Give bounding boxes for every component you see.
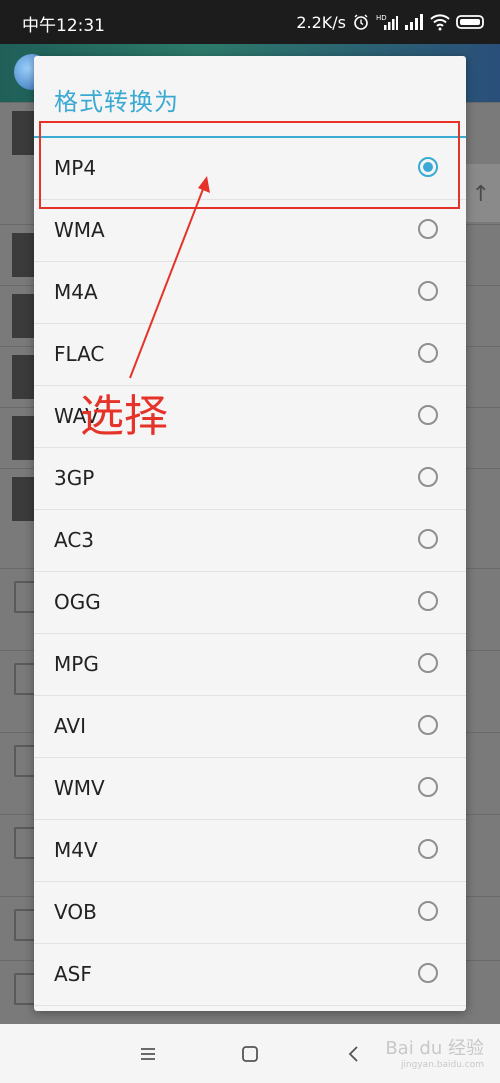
format-option-vob[interactable]: VOB (34, 882, 466, 944)
radio-button[interactable] (418, 405, 438, 425)
radio-button[interactable] (418, 343, 438, 363)
format-option-flac[interactable]: FLAC (34, 324, 466, 386)
format-option-label: MP4 (54, 156, 97, 180)
radio-button[interactable] (418, 529, 438, 549)
dialog-title: 格式转换为 (54, 88, 179, 116)
background-thumbnail (12, 477, 36, 521)
radio-button[interactable] (418, 901, 438, 921)
format-option-label: M4V (54, 838, 98, 862)
radio-button[interactable] (418, 963, 438, 983)
watermark-text: Bai du 经验 (385, 1038, 484, 1059)
radio-button[interactable] (418, 157, 438, 177)
background-thumbnail (12, 416, 36, 460)
format-option-label: OGG (54, 590, 101, 614)
radio-button[interactable] (418, 839, 438, 859)
format-option-wma[interactable]: WMA (34, 200, 466, 262)
status-time: 中午12:31 (22, 16, 105, 36)
format-option-label: MPG (54, 652, 99, 676)
back-icon[interactable] (342, 1042, 366, 1066)
format-option-label: 3GP (54, 466, 95, 490)
navigation-bar: Bai du 经验 jingyan.baidu.com (0, 1024, 500, 1083)
radio-button[interactable] (418, 219, 438, 239)
format-option-label: AC3 (54, 528, 95, 552)
format-option-ac3[interactable]: AC3 (34, 510, 466, 572)
radio-button[interactable] (418, 281, 438, 301)
format-option-label: WMA (54, 218, 105, 242)
radio-button[interactable] (418, 591, 438, 611)
radio-button[interactable] (418, 653, 438, 673)
format-option-wav[interactable]: WAV (34, 386, 466, 448)
watermark: Bai du 经验 jingyan.baidu.com (385, 1034, 484, 1070)
background-thumbnail (12, 111, 36, 155)
home-icon[interactable] (238, 1042, 262, 1066)
menu-icon[interactable] (136, 1042, 160, 1066)
format-convert-dialog: 格式转换为 MP4 WMA M4A FLAC WAV 3GP AC3 OGG MPG AVI WMV… (34, 56, 466, 1011)
format-option-m4a[interactable]: M4A (34, 262, 466, 324)
format-option-ogg[interactable]: OGG (34, 572, 466, 634)
status-bar: 中午12:31 2.2K/s HD (0, 0, 500, 44)
format-option-avi[interactable]: AVI (34, 696, 466, 758)
format-option-label: WAV (54, 404, 99, 428)
watermark-subtext: jingyan.baidu.com (400, 1060, 484, 1070)
format-option-m4v[interactable]: M4V (34, 820, 466, 882)
wifi-icon (430, 13, 450, 31)
up-arrow-icon: ↑ (471, 182, 490, 207)
format-option-asf[interactable]: ASF (34, 944, 466, 1006)
radio-button[interactable] (418, 777, 438, 797)
format-option-label: AVI (54, 714, 86, 738)
background-thumbnail (12, 233, 36, 277)
alarm-icon (352, 13, 370, 31)
status-icons: 2.2K/s HD (296, 10, 486, 34)
signal-icon (404, 13, 424, 31)
format-option-label: WMV (54, 776, 105, 800)
radio-button[interactable] (418, 467, 438, 487)
format-option-label: M4A (54, 280, 98, 304)
battery-icon (456, 13, 486, 31)
format-option-mp4[interactable]: MP4 (34, 138, 466, 200)
svg-text:HD: HD (376, 14, 387, 22)
format-option-label: FLAC (54, 342, 105, 366)
background-thumbnail (12, 355, 36, 399)
hd-signal-icon: HD (376, 13, 398, 31)
format-option-label: ASF (54, 962, 92, 986)
background-thumbnail (12, 294, 36, 338)
format-options-list: MP4 WMA M4A FLAC WAV 3GP AC3 OGG MPG AVI WMV M4V VOB… (34, 138, 466, 1006)
format-option-wmv[interactable]: WMV (34, 758, 466, 820)
radio-button[interactable] (418, 715, 438, 735)
network-speed: 2.2K/s (296, 12, 346, 32)
format-option-mpg[interactable]: MPG (34, 634, 466, 696)
format-option-label: VOB (54, 900, 97, 924)
format-option-3gp[interactable]: 3GP (34, 448, 466, 510)
